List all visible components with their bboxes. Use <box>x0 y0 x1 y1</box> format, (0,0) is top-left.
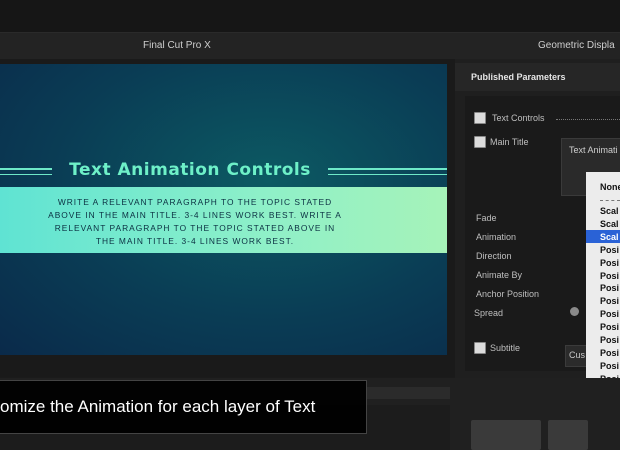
param-spread: Spread <box>474 308 504 318</box>
menu-item-none[interactable]: None <box>600 182 620 192</box>
title-right-rule-thin <box>328 174 447 175</box>
custom-field-value: Cus <box>569 350 586 360</box>
top-toolbar <box>0 0 620 33</box>
text-animation-label: Text Animati <box>569 145 618 155</box>
card-title: Text Animation Controls <box>69 160 311 180</box>
subtitle-checkbox[interactable] <box>474 342 486 354</box>
param-animation: Animation <box>476 232 517 242</box>
menu-item[interactable]: Scal <box>600 232 619 242</box>
menu-item[interactable]: Scal <box>600 206 619 216</box>
param-animate-by: Animate By <box>476 270 523 280</box>
title-right-rule <box>328 168 447 170</box>
text-controls-checkbox[interactable] <box>474 112 486 124</box>
card-body: WRITE A RELEVANT PARAGRAPH TO THE TOPIC … <box>48 197 342 246</box>
menu-item[interactable]: Posi <box>600 245 619 255</box>
title-left-rule-thin <box>0 174 52 175</box>
caption-text: omize the Animation for each layer of Te… <box>0 397 316 416</box>
menu-item[interactable]: Posi <box>600 361 619 371</box>
menu-item[interactable]: Posi <box>600 296 619 306</box>
menu-item[interactable]: Posi <box>600 283 619 293</box>
subtitle-label: Subtitle <box>490 343 521 353</box>
menu-item[interactable]: Posi <box>600 258 619 268</box>
title-bar <box>0 33 620 59</box>
menu-item[interactable]: Scal <box>600 219 619 229</box>
inspector-title: Geometric Displa <box>538 40 615 51</box>
published-parameters-title: Published Parameters <box>471 72 566 82</box>
dotted-leader <box>556 119 620 120</box>
menu-item[interactable]: Posi <box>600 271 619 281</box>
menu-item[interactable]: Posi <box>600 348 619 358</box>
menu-item[interactable]: Posi <box>600 335 619 345</box>
spread-slider-knob[interactable] <box>570 307 579 316</box>
menu-item[interactable]: Posi <box>600 309 619 319</box>
main-title-checkbox[interactable] <box>474 136 486 148</box>
clip-thumbnail[interactable] <box>471 420 541 450</box>
param-fade: Fade <box>476 213 497 223</box>
app-title: Final Cut Pro X <box>143 40 211 51</box>
menu-item[interactable]: Posi <box>600 322 619 332</box>
param-anchor-position: Anchor Position <box>476 289 540 299</box>
param-direction: Direction <box>476 251 512 261</box>
title-left-rule <box>0 168 52 170</box>
clip-thumbnail[interactable] <box>548 420 588 450</box>
main-title-label: Main Title <box>490 137 529 147</box>
viewer-canvas: Text Animation Controls WRITE A RELEVANT… <box>0 64 447 355</box>
menu-separator <box>600 200 620 201</box>
text-controls-label: Text Controls <box>492 113 545 123</box>
